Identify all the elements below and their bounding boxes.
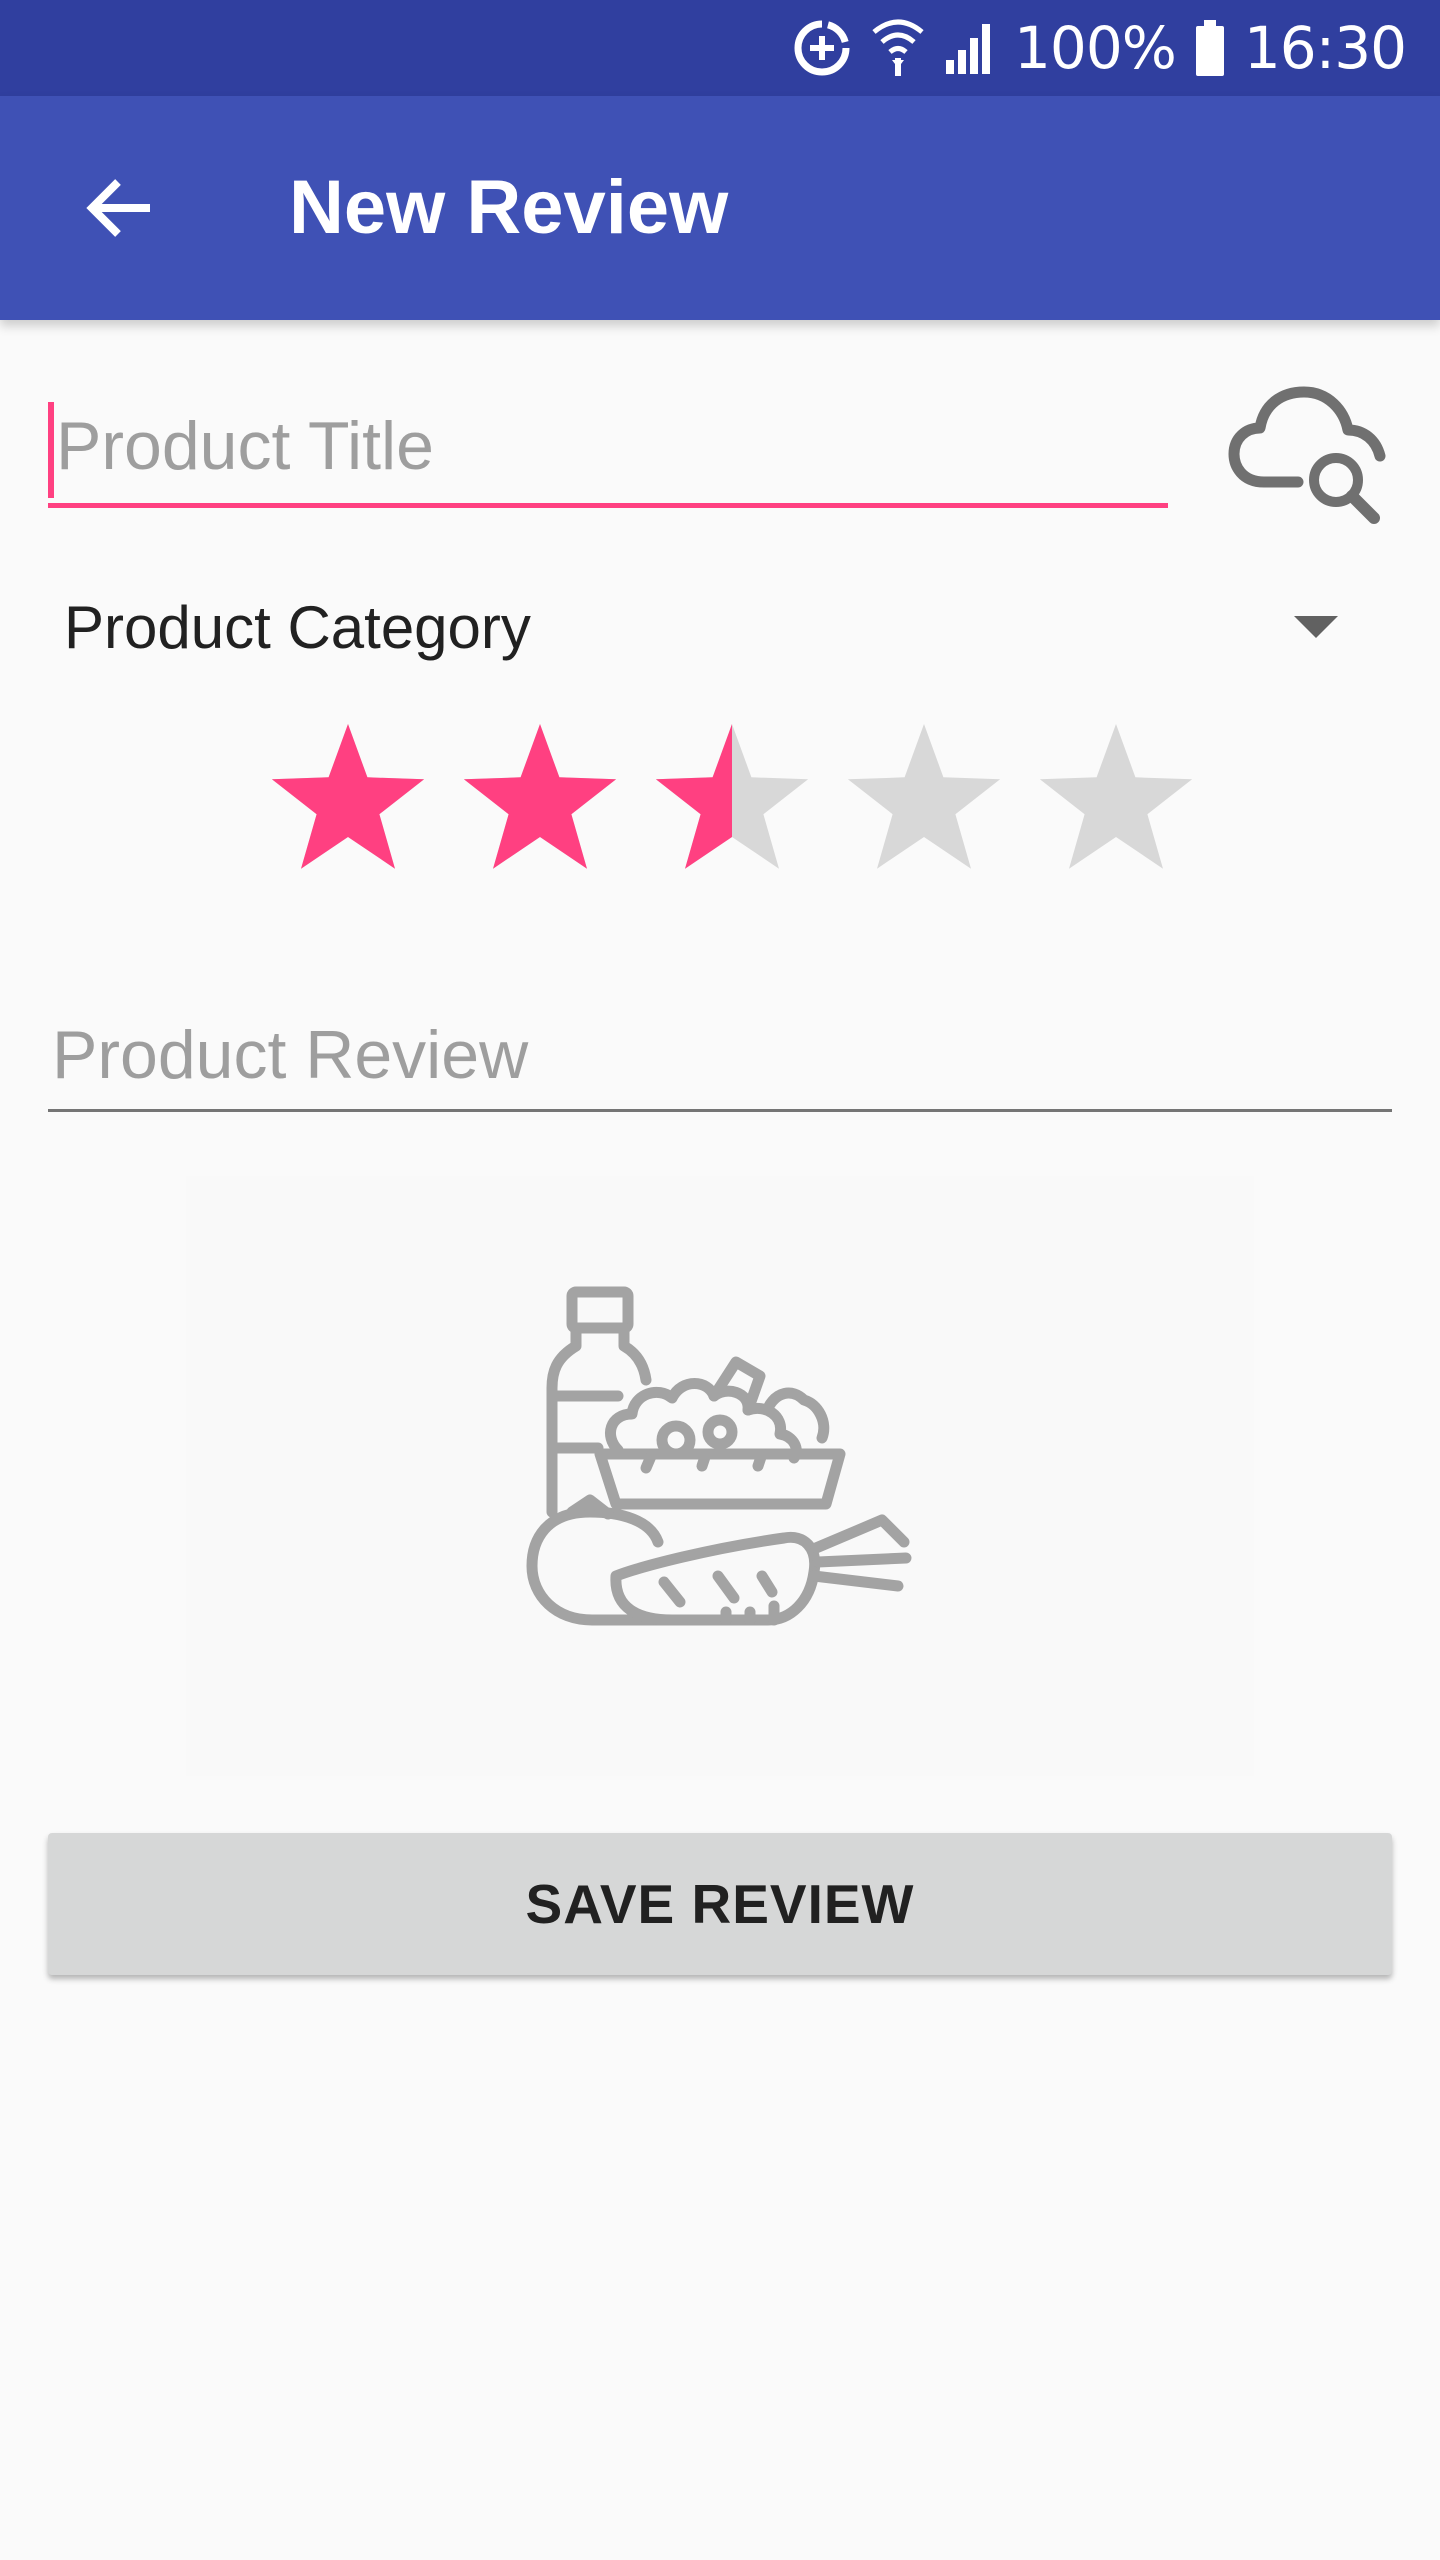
product-review-field[interactable] xyxy=(48,1000,1392,1114)
battery-percent: 100% xyxy=(1014,14,1177,82)
product-image[interactable] xyxy=(186,1176,1254,1776)
arrow-back-icon xyxy=(86,179,150,237)
rating-star-2[interactable] xyxy=(444,716,636,876)
rating-star-4[interactable] xyxy=(828,716,1020,876)
cloud-search-icon xyxy=(1228,386,1386,524)
app-bar: New Review xyxy=(0,96,1440,320)
dropdown-arrow-icon xyxy=(1294,616,1338,638)
status-icons: 100% 16:30 xyxy=(792,0,1407,96)
save-review-button[interactable]: SAVE REVIEW xyxy=(48,1833,1392,1975)
rating-star-5[interactable] xyxy=(1020,716,1212,876)
product-review-input[interactable] xyxy=(48,1000,1392,1112)
wifi-icon xyxy=(872,19,924,76)
clock: 16:30 xyxy=(1243,14,1407,82)
text-caret xyxy=(48,402,54,498)
product-title-field[interactable] xyxy=(48,388,1168,512)
rating-star-1[interactable] xyxy=(252,716,444,876)
category-selected-value: Product Category xyxy=(64,594,531,661)
rating-bar[interactable] xyxy=(252,716,1212,876)
data-saver-icon xyxy=(794,20,850,76)
grocery-basket-icon xyxy=(526,1286,912,1626)
signal-icon xyxy=(946,24,991,74)
rating-star-3[interactable] xyxy=(636,716,828,876)
status-bar: 100% 16:30 xyxy=(0,0,1440,96)
page-title: New Review xyxy=(289,165,729,250)
product-category-dropdown[interactable]: Product Category xyxy=(48,566,1392,690)
cloud-search-button[interactable] xyxy=(1224,376,1394,526)
battery-icon xyxy=(1195,20,1224,76)
back-button[interactable] xyxy=(60,148,180,268)
product-title-input[interactable] xyxy=(48,388,1168,508)
